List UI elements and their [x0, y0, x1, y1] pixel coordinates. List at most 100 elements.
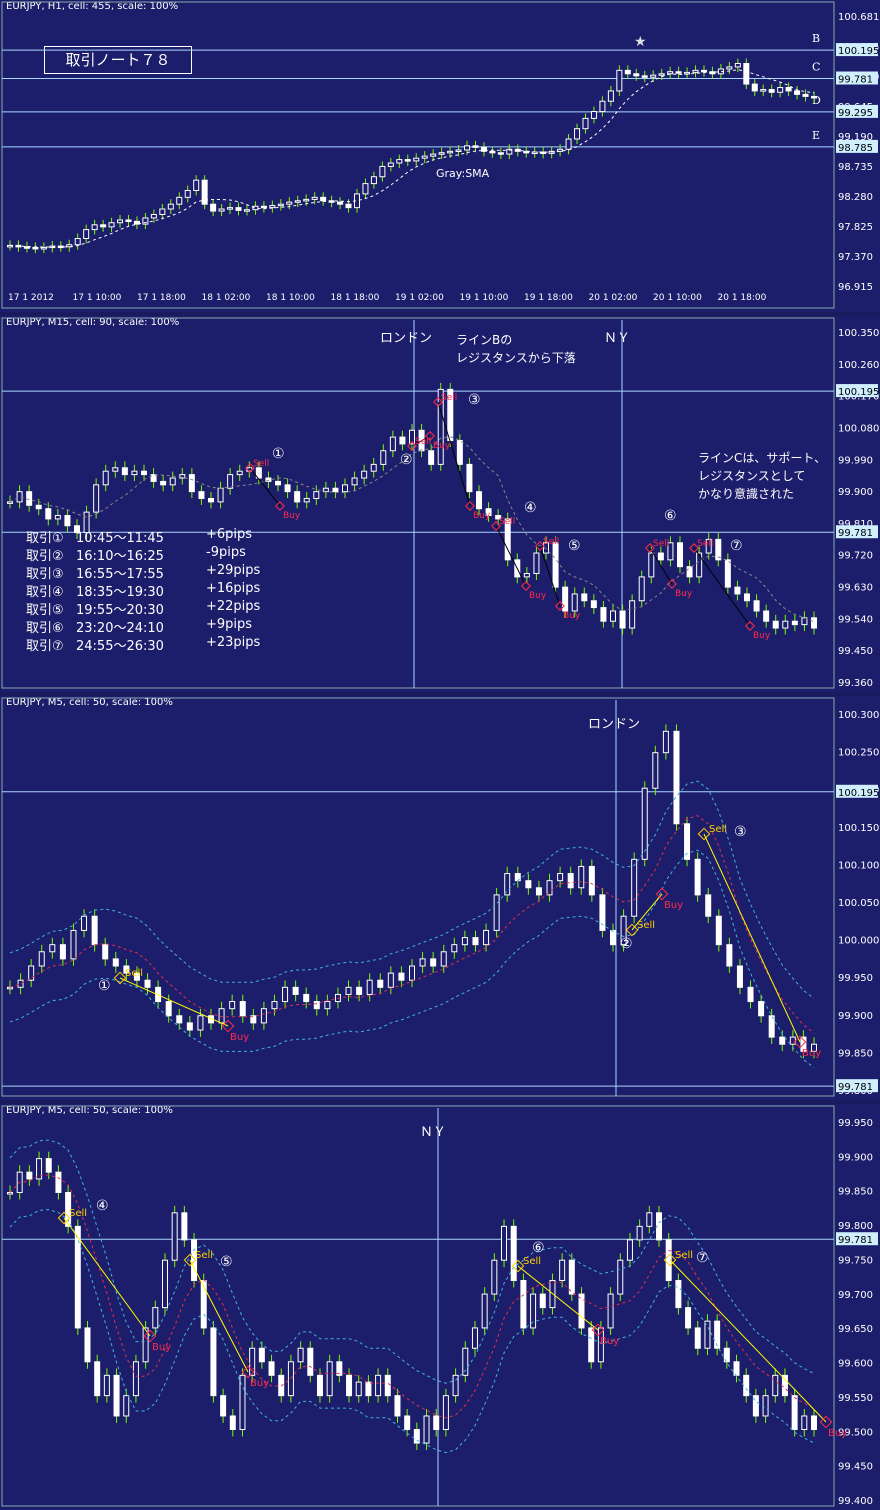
sell-label: Sell [653, 539, 669, 549]
h1-chart-panel: EURJPY, H1, cell: 455, scale: 100% 取引ノート… [0, 0, 880, 312]
trade-number: ⑦ [730, 538, 743, 554]
trade-number: ① [272, 446, 285, 462]
candle-body [772, 1374, 779, 1397]
candle-body [389, 436, 396, 452]
buy-label: Buy [529, 591, 547, 601]
candle-body [286, 201, 293, 205]
candle-body [599, 894, 606, 931]
candle-body [311, 196, 318, 200]
line-letter: C [812, 61, 820, 74]
sell-label: Sell [543, 537, 559, 547]
candle-body [171, 1212, 178, 1261]
candle-body [811, 1415, 817, 1431]
trade-time: 24:55～26:30 [76, 639, 164, 654]
trade-label: 取引③ [26, 567, 64, 582]
candle-body [714, 1320, 721, 1349]
candle-body [217, 487, 224, 503]
candle-body [413, 157, 420, 162]
trade-label: 取引⑦ [26, 639, 64, 654]
candle-body [40, 246, 47, 250]
candle-body [638, 576, 645, 602]
trade-pips: +9pips [206, 617, 253, 632]
candle-body [235, 207, 242, 211]
y-tick-label: 99.450 [838, 646, 873, 657]
m5-chart-svg-2: 99.950 99.900 99.850 99.800 99.750 99.700 99.6… [1, 1105, 878, 1507]
line-letter: B [812, 32, 820, 45]
trade-pips: +6pips [206, 527, 253, 542]
candle-body [758, 1001, 765, 1017]
buy-label: Buy [250, 1378, 269, 1389]
trade-pips: +16pips [206, 581, 261, 596]
candle-body [777, 87, 784, 93]
candle-body [345, 203, 352, 209]
candle-body [218, 208, 225, 212]
candle-body [320, 196, 327, 202]
y-tick-label: 99.850 [838, 1187, 873, 1198]
candle-body [337, 201, 344, 205]
candle-body [26, 1171, 33, 1180]
candle-body [686, 566, 693, 578]
candle-body [103, 1374, 110, 1397]
candle-body [481, 1293, 488, 1329]
candle-body [142, 217, 149, 225]
buy-label: Buy [664, 900, 683, 911]
price-line-tag: 99.781 [838, 528, 873, 539]
y-tick-label: 100.300 [838, 710, 879, 721]
trade-number: ⑥ [664, 508, 677, 524]
candle-body [379, 165, 386, 178]
candle-body [179, 474, 186, 479]
candle-body [456, 440, 463, 465]
candle-body [112, 467, 119, 472]
annotation-line-c-1: ラインCは、サポート、 [698, 451, 826, 465]
trade-pips: +29pips [206, 563, 261, 578]
x-tick-label: 20 1 02:00 [589, 293, 638, 303]
candle-body [294, 491, 301, 503]
candle-body [684, 71, 691, 75]
candle-body [377, 979, 384, 988]
candle-body [351, 477, 358, 486]
candle-body [559, 1259, 566, 1282]
candle-body [45, 508, 52, 520]
candle-body [275, 480, 281, 486]
candle-body [7, 501, 13, 504]
candle-body [74, 238, 81, 246]
candle-body [489, 150, 496, 154]
candle-body [260, 205, 267, 209]
candle-body [117, 219, 124, 224]
buy-label: Buy [563, 611, 581, 621]
trade-number: ① [98, 978, 111, 994]
candle-body [356, 986, 363, 995]
candle-body [28, 965, 35, 981]
m15-chart-panel: EURJPY, M15, cell: 90, scale: 100% 100.3… [0, 316, 880, 692]
candle-body [430, 153, 437, 157]
price-line-tag: 98.785 [838, 143, 873, 154]
trade-line [119, 977, 229, 1027]
candle-body [91, 915, 98, 946]
trade-time: 10:45～11:45 [76, 531, 164, 546]
buy-label: Buy [828, 1428, 847, 1439]
trade-row: 取引① 10:45～11:45 +6pips [26, 527, 286, 546]
buy-label: Buy [600, 1336, 619, 1347]
sell-label: Sell [523, 1256, 541, 1267]
candle-body [789, 1036, 796, 1045]
candle-body [650, 74, 657, 78]
candle-body [398, 972, 405, 981]
line-letter: D [812, 94, 821, 107]
x-tick-label: 17 1 2012 [8, 293, 54, 303]
candle-body [466, 463, 473, 493]
candle-body [131, 470, 138, 476]
buy-label: Buy [802, 1048, 821, 1059]
candle-body [229, 1001, 236, 1010]
candle-body [49, 944, 56, 953]
candle-body [675, 1280, 682, 1309]
candle-body [269, 205, 276, 209]
trade-number: ③ [734, 824, 747, 840]
candle-body [520, 1280, 527, 1329]
candle-body [736, 965, 743, 988]
price-line-tag: 99.781 [838, 1082, 873, 1093]
candle-body [423, 1415, 430, 1444]
bb-lower-line [9, 849, 815, 1068]
sell-label: Sell [125, 968, 143, 979]
candle-body [510, 1225, 517, 1282]
trade-label: 取引⑤ [26, 603, 64, 618]
